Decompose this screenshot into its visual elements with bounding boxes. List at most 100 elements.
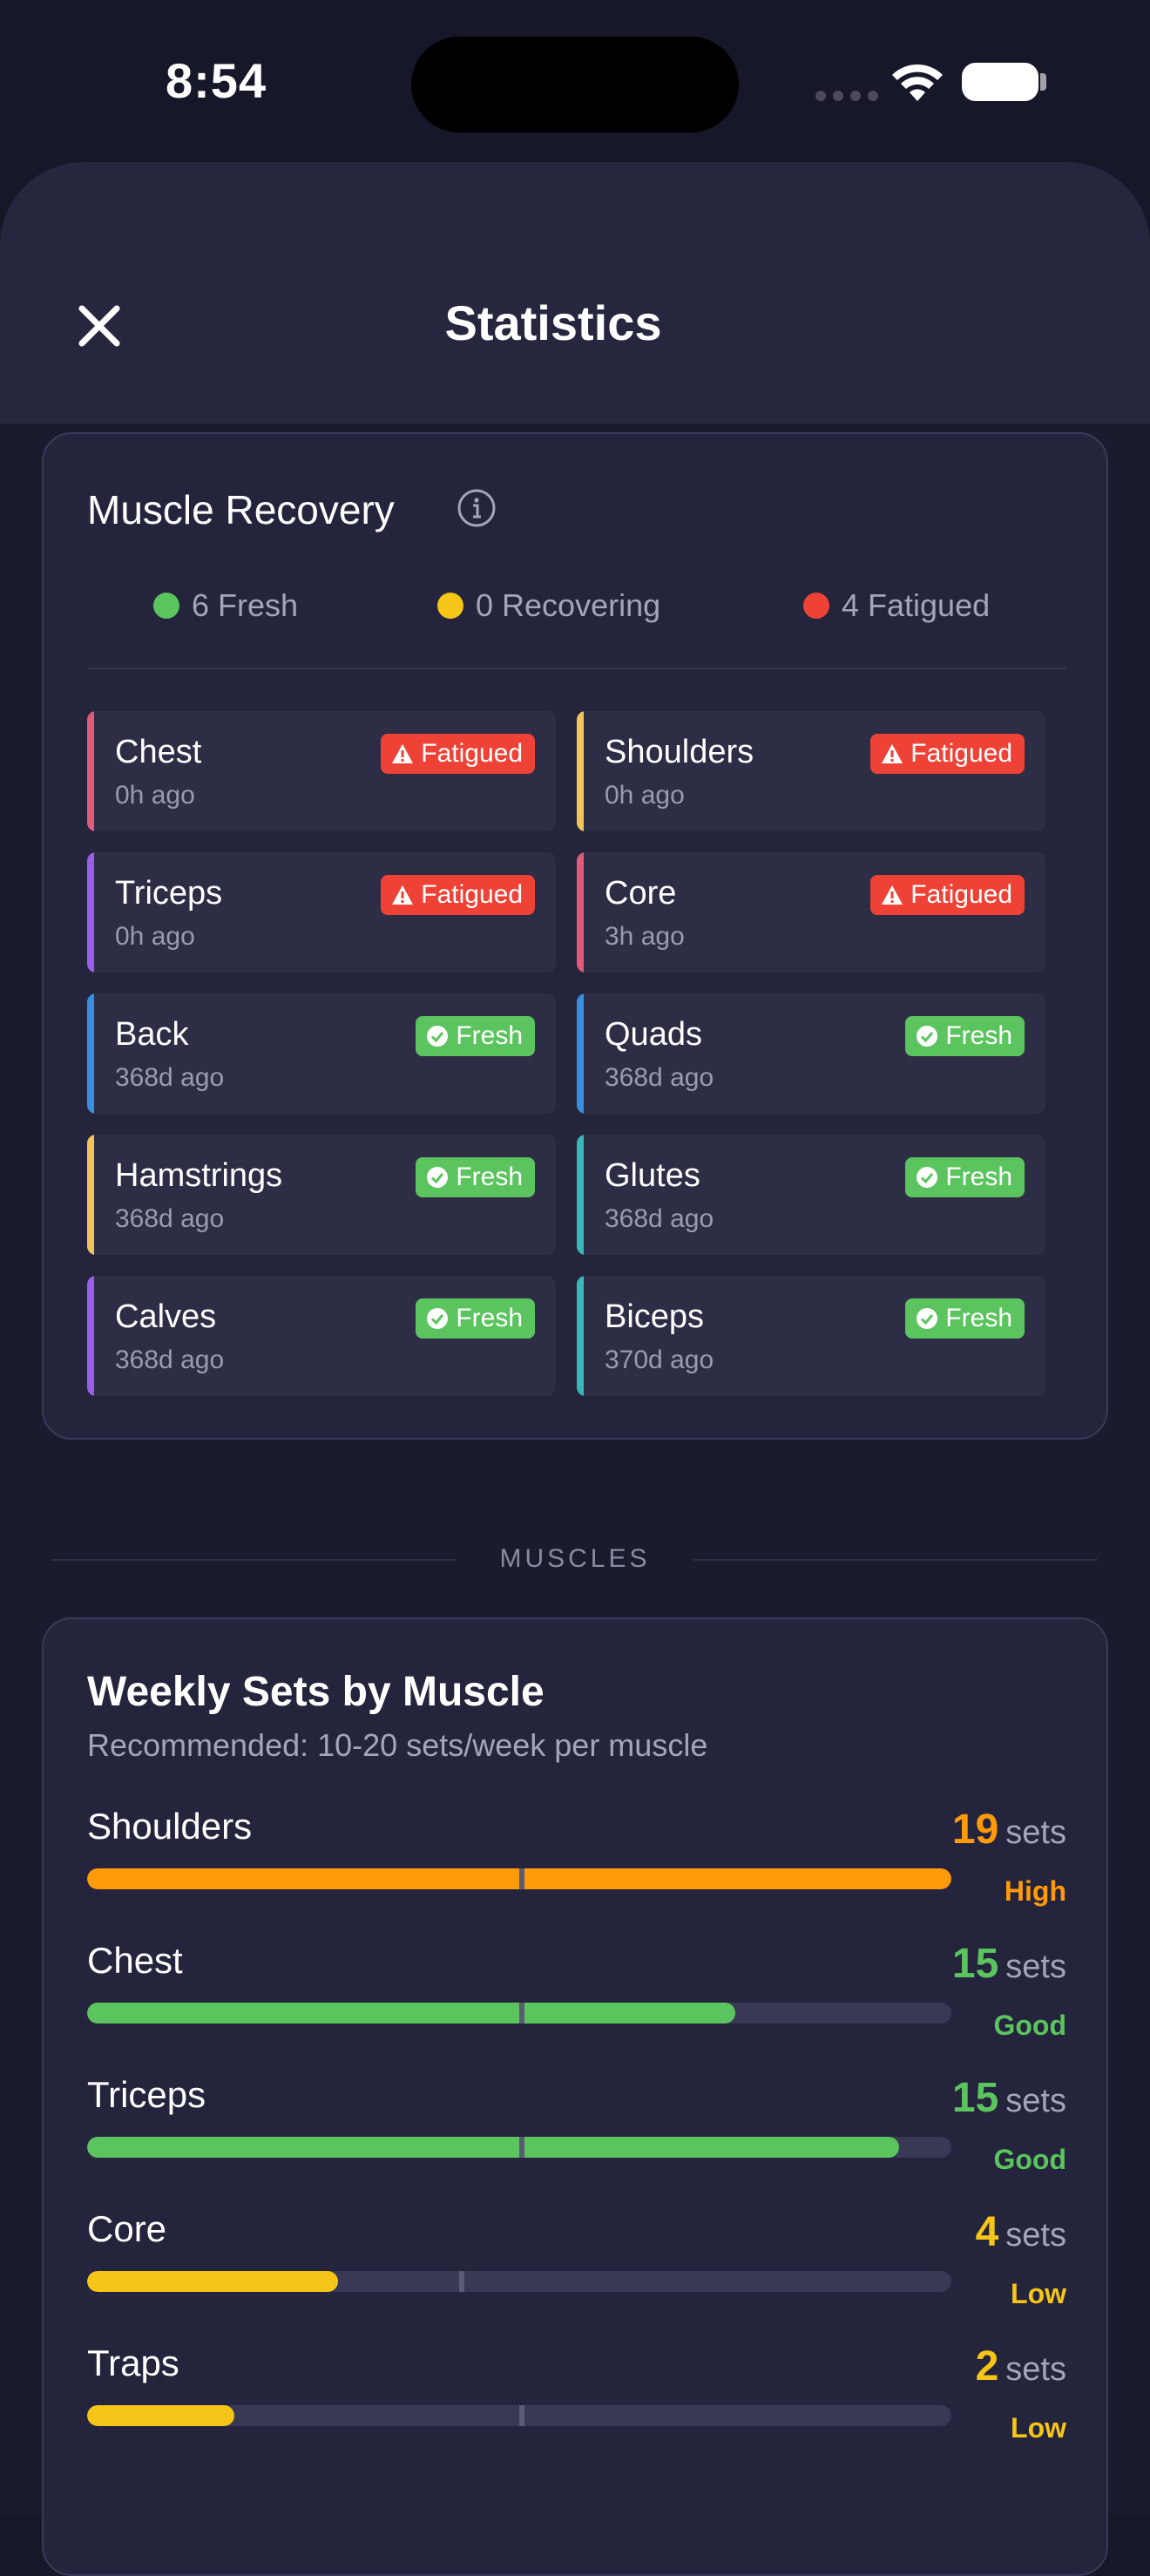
muscle-tile-triceps[interactable]: Triceps 0h ago Fatigued — [87, 852, 556, 973]
summary-recovering: 0 Recovering — [437, 587, 660, 624]
target-marker — [458, 2271, 464, 2292]
check-circle-icon — [427, 1308, 449, 1329]
status-badge: Fresh — [905, 1298, 1025, 1339]
muscle-name: Quads — [605, 1016, 702, 1053]
status-badge-label: Fresh — [456, 1021, 523, 1050]
check-circle-icon — [917, 1026, 938, 1047]
summary-fatigued-label: 4 Fatigued — [842, 587, 991, 623]
warning-icon — [882, 885, 903, 905]
weekly-row-shoulders: Shoulders 19 sets High — [87, 1806, 1066, 1928]
info-icon[interactable] — [457, 488, 497, 528]
sheet-header — [0, 162, 1150, 424]
weekly-sets-title: Weekly Sets by Muscle — [87, 1669, 545, 1715]
status-badge: Fatigued — [870, 734, 1025, 774]
status-badge: Fresh — [905, 1016, 1025, 1056]
progress-fill — [87, 2137, 900, 2158]
muscle-tile-glutes[interactable]: Glutes 368d ago Fresh — [577, 1135, 1045, 1255]
summary-recovering-label: 0 Recovering — [476, 587, 661, 623]
status-badge-label: Fresh — [945, 1021, 1012, 1050]
muscle-tile-chest[interactable]: Chest 0h ago Fatigued — [87, 711, 556, 831]
set-count-value: 2 — [975, 2343, 999, 2390]
muscle-last-trained: 370d ago — [605, 1346, 714, 1374]
summary-fresh: 6 Fresh — [153, 587, 298, 624]
muscle-accent-bar — [87, 852, 94, 973]
muscle-name: Glutes — [605, 1157, 700, 1194]
set-count-value: 19 — [951, 1807, 999, 1853]
wifi-icon — [892, 64, 943, 101]
muscle-tile-quads[interactable]: Quads 368d ago Fresh — [577, 993, 1045, 1114]
muscle-accent-bar — [87, 1276, 94, 1396]
muscle-accent-bar — [87, 1135, 94, 1255]
weekly-muscle-name: Traps — [87, 2342, 179, 2383]
muscle-name: Triceps — [115, 875, 223, 912]
volume-status: Low — [1011, 2412, 1066, 2444]
muscle-last-trained: 368d ago — [115, 1204, 225, 1233]
set-count-value: 15 — [951, 1941, 999, 1987]
muscle-tile-back[interactable]: Back 368d ago Fresh — [87, 993, 556, 1114]
set-count-unit: sets — [1005, 2083, 1066, 2119]
muscle-accent-bar — [577, 1135, 584, 1255]
volume-status: Good — [993, 2010, 1066, 2041]
check-circle-icon — [917, 1167, 938, 1188]
progress-track — [87, 2271, 951, 2292]
muscle-tile-hamstrings[interactable]: Hamstrings 368d ago Fresh — [87, 1135, 556, 1255]
status-badge: Fatigued — [381, 875, 535, 915]
muscle-name: Shoulders — [605, 734, 754, 770]
set-count-unit: sets — [1005, 1814, 1066, 1851]
progress-fill — [87, 2003, 735, 2024]
muscle-last-trained: 368d ago — [115, 1063, 225, 1092]
warning-icon — [882, 744, 903, 763]
weekly-set-count: 15 sets — [952, 2074, 1066, 2122]
target-marker — [519, 1868, 524, 1889]
muscle-name: Calves — [115, 1298, 217, 1335]
status-badge-label: Fresh — [456, 1163, 523, 1191]
fatigued-dot — [803, 593, 829, 619]
warning-icon — [392, 885, 414, 905]
weekly-set-count: 19 sets — [952, 1806, 1066, 1854]
muscle-tile-biceps[interactable]: Biceps 370d ago Fresh — [577, 1276, 1045, 1396]
status-badge: Fresh — [416, 1298, 535, 1339]
muscle-tile-core[interactable]: Core 3h ago Fatigued — [577, 852, 1045, 973]
set-count-unit: sets — [1005, 2351, 1066, 2388]
weekly-sets-subtitle: Recommended: 10-20 sets/week per muscle — [87, 1727, 708, 1763]
status-badge: Fatigued — [870, 875, 1025, 915]
muscle-last-trained: 368d ago — [115, 1346, 225, 1374]
weekly-set-count: 15 sets — [952, 1940, 1066, 1988]
muscle-name: Hamstrings — [115, 1157, 283, 1194]
weekly-row-core: Core 4 sets Low — [87, 2208, 1066, 2330]
weekly-muscle-name: Core — [87, 2208, 167, 2249]
progress-track — [87, 2405, 951, 2426]
dynamic-island — [411, 37, 739, 132]
target-marker — [519, 2137, 524, 2158]
status-badge-label: Fresh — [945, 1163, 1012, 1191]
cellular-signal-icon — [815, 91, 878, 101]
progress-fill — [87, 2405, 234, 2426]
muscle-last-trained: 0h ago — [115, 781, 195, 810]
status-badge-label: Fatigued — [910, 739, 1012, 768]
check-circle-icon — [427, 1167, 449, 1188]
status-badge: Fresh — [905, 1157, 1025, 1197]
check-circle-icon — [427, 1026, 449, 1047]
muscle-name: Chest — [115, 734, 202, 770]
weekly-muscle-name: Shoulders — [87, 1806, 253, 1847]
progress-track — [87, 2003, 951, 2024]
muscle-tile-calves[interactable]: Calves 368d ago Fresh — [87, 1276, 556, 1396]
status-badge: Fresh — [416, 1016, 535, 1056]
muscle-accent-bar — [577, 852, 584, 973]
progress-track — [87, 1868, 951, 1889]
weekly-muscle-name: Triceps — [87, 2074, 206, 2115]
status-time: 8:54 — [166, 53, 267, 108]
weekly-sets-card: Weekly Sets by Muscle Recommended: 10-20… — [42, 1617, 1108, 2576]
muscle-tile-shoulders[interactable]: Shoulders 0h ago Fatigued — [577, 711, 1045, 831]
muscle-accent-bar — [577, 993, 584, 1114]
check-circle-icon — [917, 1308, 938, 1329]
status-badge-label: Fresh — [456, 1304, 523, 1332]
muscle-recovery-card: Muscle Recovery 6 Fresh 0 Recovering 4 F… — [42, 432, 1108, 1440]
muscle-last-trained: 3h ago — [605, 922, 685, 951]
muscle-accent-bar — [577, 711, 584, 831]
status-badge: Fatigued — [381, 734, 535, 774]
summary-fresh-label: 6 Fresh — [192, 587, 299, 623]
weekly-set-count: 4 sets — [976, 2208, 1066, 2256]
muscle-name: Core — [605, 875, 677, 912]
set-count-unit: sets — [1005, 1949, 1066, 1985]
